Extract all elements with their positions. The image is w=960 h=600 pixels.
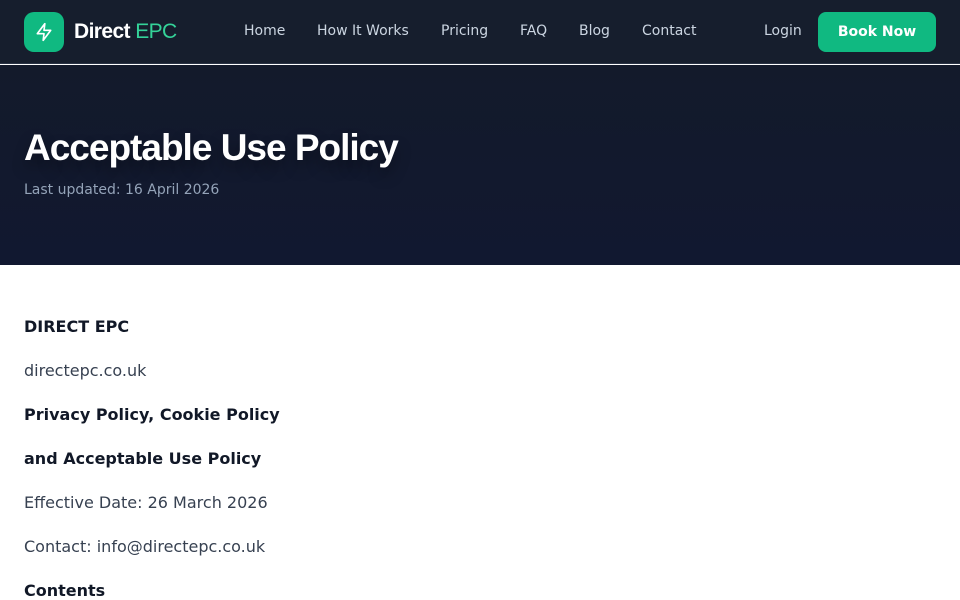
nav-link-pricing[interactable]: Pricing <box>441 23 488 39</box>
nav-link-blog[interactable]: Blog <box>579 23 610 39</box>
book-now-button[interactable]: Book Now <box>818 12 936 52</box>
nav-link-faq[interactable]: FAQ <box>520 23 547 39</box>
login-link[interactable]: Login <box>764 23 802 39</box>
document-heading-company: DIRECT EPC <box>24 317 130 336</box>
document-heading-policies: Privacy Policy, Cookie Policy <box>24 405 280 424</box>
brand-logo-link[interactable]: Direct EPC <box>24 12 177 52</box>
document-website: directepc.co.uk <box>24 361 147 380</box>
lightning-bolt-icon <box>24 12 64 52</box>
last-updated-text: Last updated: 16 April 2026 <box>24 182 220 198</box>
nav-link-home[interactable]: Home <box>244 23 285 39</box>
brand-name: Direct EPC <box>74 20 177 44</box>
contents-heading: Contents <box>24 581 106 600</box>
nav-link-contact[interactable]: Contact <box>642 23 696 39</box>
effective-date-text: Effective Date: 26 March 2026 <box>24 493 268 512</box>
page-hero: Acceptable Use Policy Last updated: 16 A… <box>0 65 960 265</box>
page-title: Acceptable Use Policy <box>24 127 399 168</box>
contact-email-text: Contact: info@directepc.co.uk <box>24 537 266 556</box>
top-navigation-bar: Direct EPC Home How It Works Pricing FAQ… <box>0 0 960 64</box>
nav-link-how-it-works[interactable]: How It Works <box>317 23 409 39</box>
document-heading-policies-cont: and Acceptable Use Policy <box>24 449 262 468</box>
brand-name-accent: EPC <box>135 20 177 43</box>
brand-name-primary: Direct <box>74 20 131 43</box>
